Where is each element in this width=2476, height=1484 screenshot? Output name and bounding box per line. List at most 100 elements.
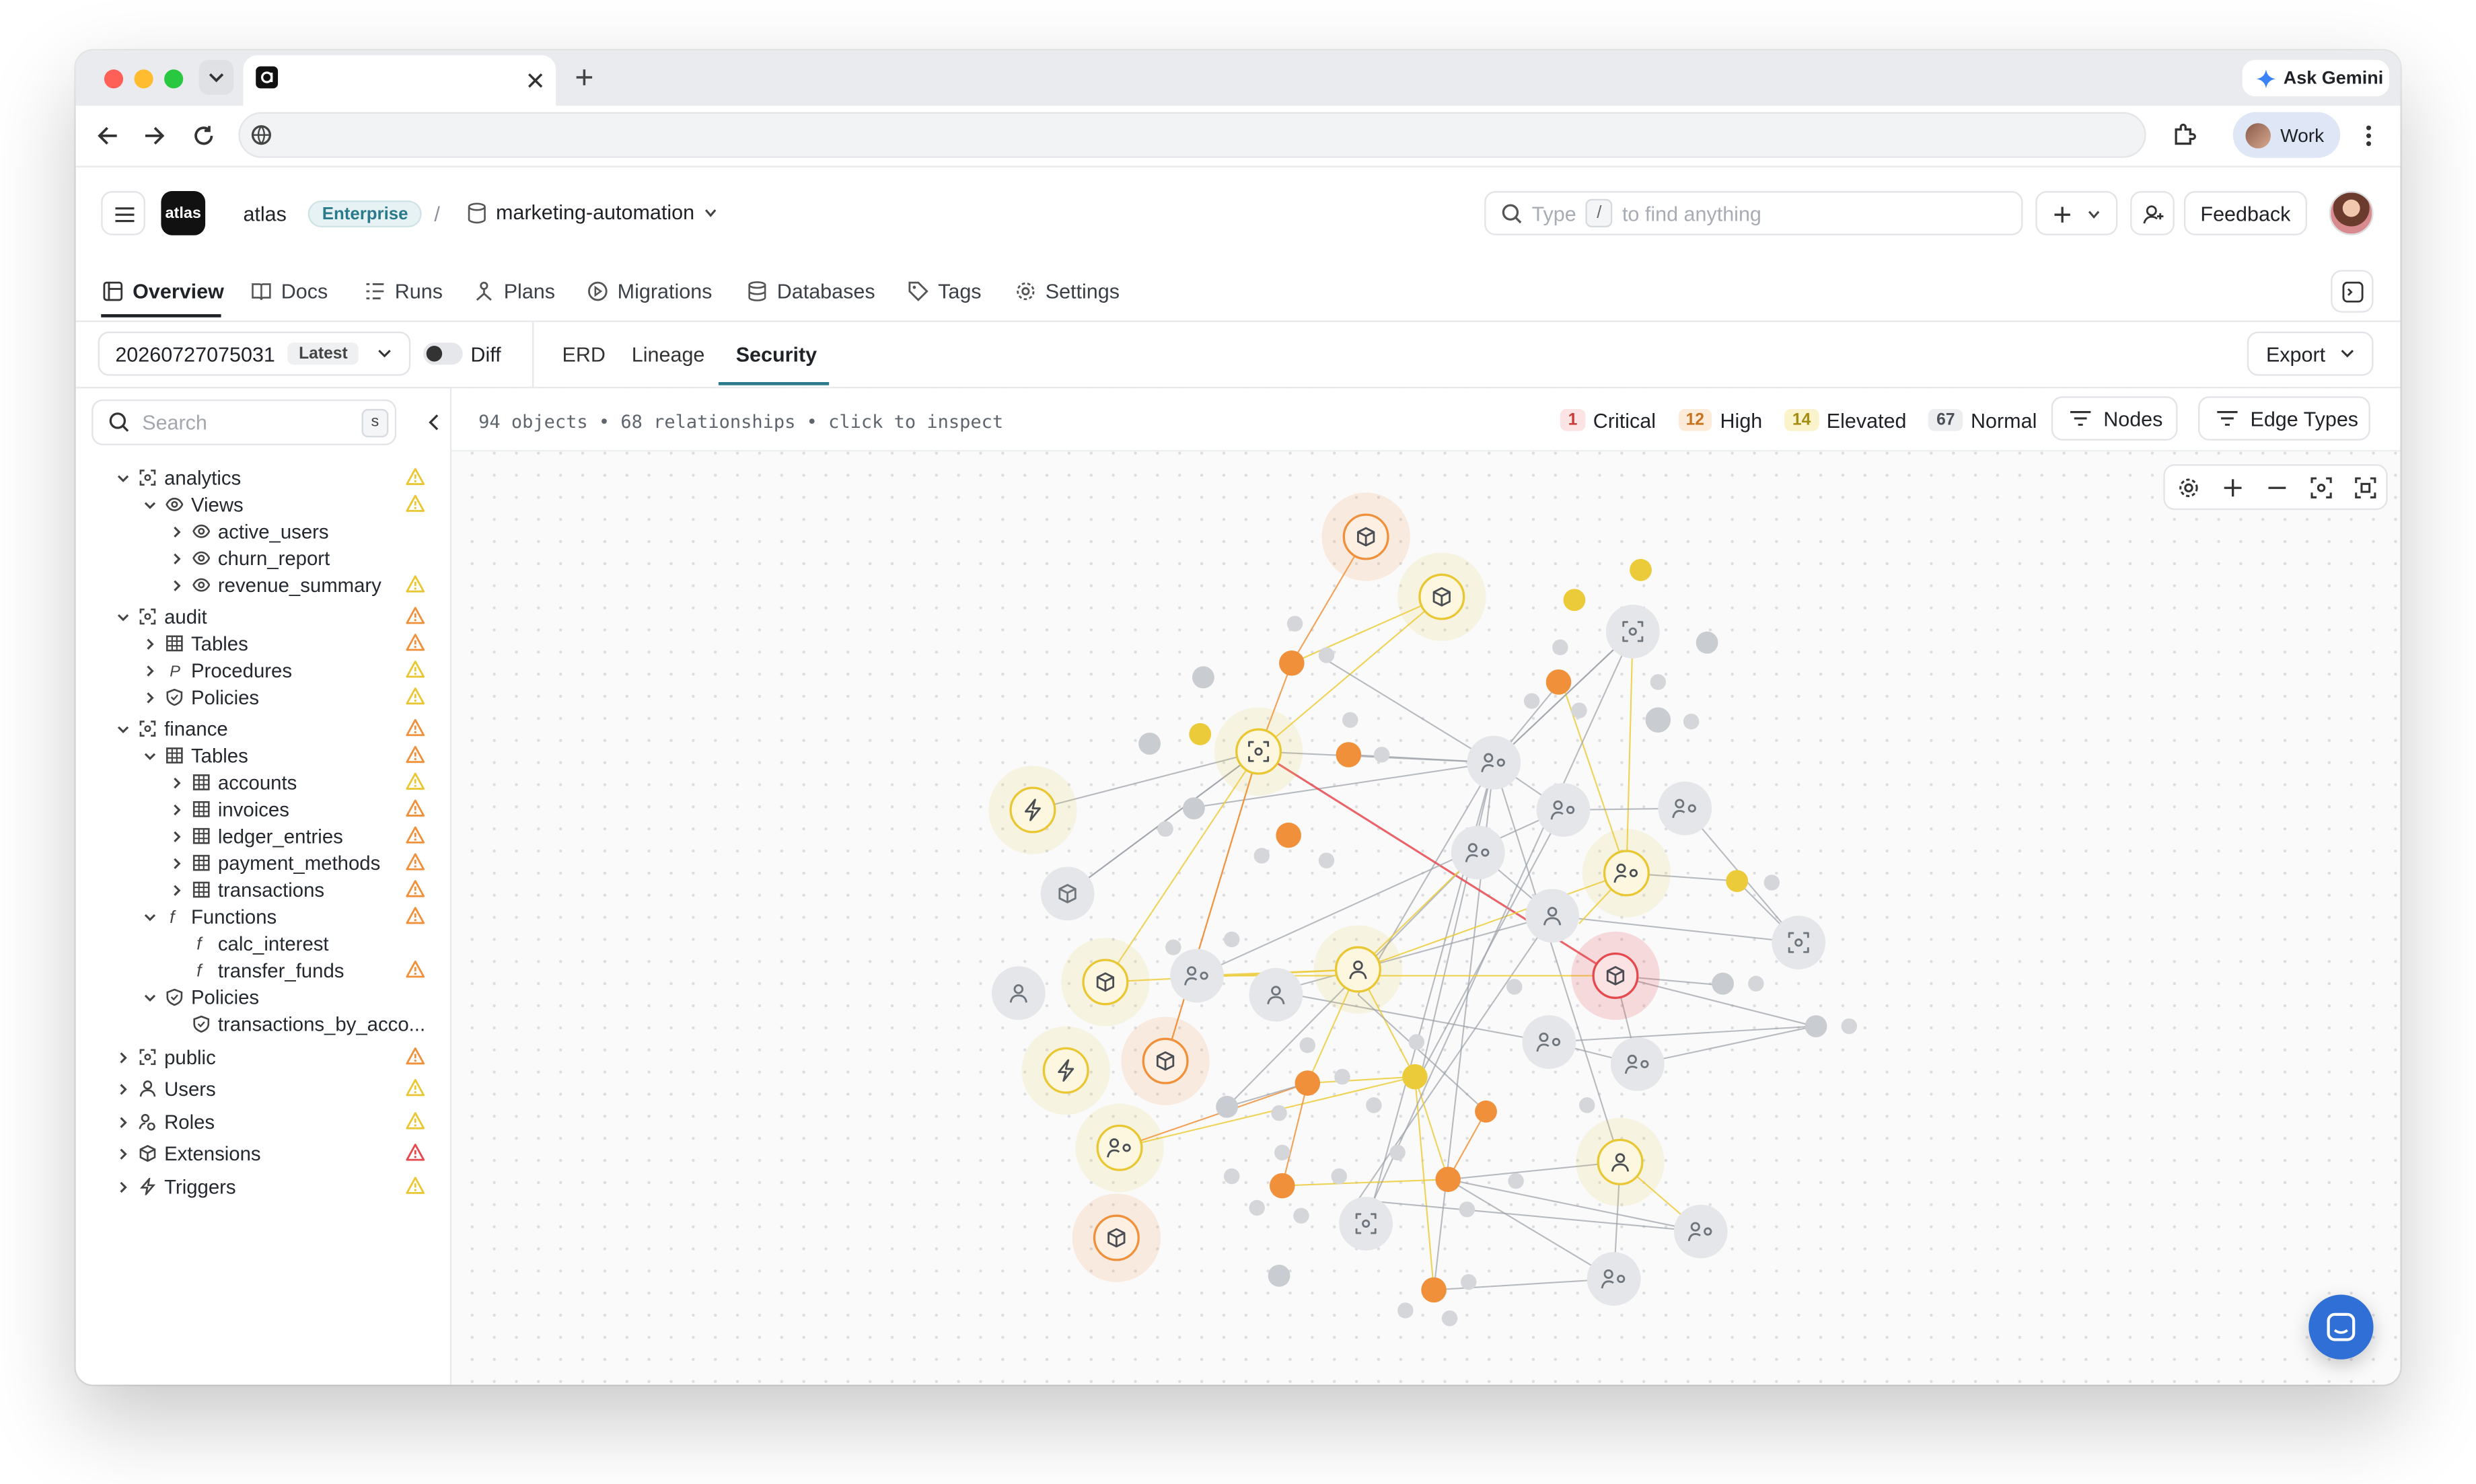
graph-node-user[interactable] xyxy=(1576,1117,1665,1207)
graph-dot-node[interactable] xyxy=(1475,1100,1497,1123)
graph-node-user[interactable] xyxy=(1313,925,1403,1014)
graph-dot-node[interactable] xyxy=(1460,1274,1477,1290)
graph-dot-node[interactable] xyxy=(1397,1302,1414,1319)
node-circle[interactable] xyxy=(1605,604,1660,659)
node-circle[interactable] xyxy=(1522,1015,1576,1069)
graph-dot-node[interactable] xyxy=(1223,1168,1240,1185)
graph-dot-node[interactable] xyxy=(1441,1310,1458,1327)
graph-dot-node[interactable] xyxy=(1299,1037,1316,1053)
graph-dot-node[interactable] xyxy=(1342,712,1358,728)
graph-dot-node[interactable] xyxy=(1216,1095,1239,1118)
graph-dot-node[interactable] xyxy=(1748,975,1764,992)
node-circle[interactable] xyxy=(1235,728,1282,775)
graph-dot-node[interactable] xyxy=(1276,822,1301,848)
graph-node-box[interactable] xyxy=(1072,1193,1161,1282)
graph-dot-node[interactable] xyxy=(1435,1166,1461,1192)
node-circle[interactable] xyxy=(1467,735,1521,790)
graph-dot-node[interactable] xyxy=(1552,639,1568,656)
graph-node-roles[interactable] xyxy=(1656,1187,1745,1275)
graph-dot-node[interactable] xyxy=(1630,558,1652,581)
node-circle[interactable] xyxy=(1451,825,1505,880)
graph-node-box[interactable] xyxy=(1397,552,1486,641)
graph-dot-node[interactable] xyxy=(1645,707,1671,733)
node-circle[interactable] xyxy=(1587,1252,1641,1306)
node-circle[interactable] xyxy=(1772,916,1826,970)
graph-node-box[interactable] xyxy=(1023,850,1112,938)
graph-dot-node[interactable] xyxy=(1402,1064,1428,1090)
graph-dot-node[interactable] xyxy=(1249,1199,1265,1216)
graph-dot-node[interactable] xyxy=(1408,1034,1424,1050)
graph-node-roles[interactable] xyxy=(1505,998,1593,1086)
graph-dot-node[interactable] xyxy=(1421,1277,1447,1303)
graph-node-roles[interactable] xyxy=(1593,1020,1681,1108)
graph-node-box[interactable] xyxy=(1571,931,1660,1021)
node-circle[interactable] xyxy=(1096,1124,1143,1171)
graph-node-schema[interactable] xyxy=(1589,587,1677,675)
graph-dot-node[interactable] xyxy=(1579,1097,1595,1113)
graph-dot-node[interactable] xyxy=(1571,702,1587,718)
graph-dot-node[interactable] xyxy=(1253,848,1270,864)
graph-dot-node[interactable] xyxy=(1279,650,1305,676)
graph-dot-node[interactable] xyxy=(1841,1018,1858,1035)
graph-node-trigger[interactable] xyxy=(988,766,1077,854)
graph-node-roles[interactable] xyxy=(1075,1103,1164,1192)
graph-dot-node[interactable] xyxy=(1157,821,1173,837)
graph-dot-node[interactable] xyxy=(1366,1097,1382,1113)
graph-dot-node[interactable] xyxy=(1805,1015,1827,1037)
graph-node-roles[interactable] xyxy=(1153,932,1241,1020)
node-circle[interactable] xyxy=(1610,1037,1665,1091)
graph-dot-node[interactable] xyxy=(1189,722,1212,745)
node-circle[interactable] xyxy=(1042,1047,1089,1094)
graph-node-roles[interactable] xyxy=(1519,766,1607,854)
graph-dot-node[interactable] xyxy=(1508,1173,1524,1189)
graph-node-schema[interactable] xyxy=(1214,707,1303,796)
graph-dot-node[interactable] xyxy=(1293,1208,1309,1224)
graph-dot-node[interactable] xyxy=(1563,589,1586,611)
graph-node-box[interactable] xyxy=(1061,938,1150,1027)
node-circle[interactable] xyxy=(1339,1197,1393,1251)
graph-node-user[interactable] xyxy=(974,949,1062,1037)
graph-dot-node[interactable] xyxy=(1683,713,1700,730)
graph-dot-node[interactable] xyxy=(1182,797,1205,820)
graph-dot-node[interactable] xyxy=(1318,852,1335,868)
graph-dot-node[interactable] xyxy=(1269,1173,1295,1199)
graph-node-roles[interactable] xyxy=(1570,1234,1658,1323)
graph-dot-node[interactable] xyxy=(1318,647,1335,663)
graph-dot-node[interactable] xyxy=(1696,631,1718,654)
graph-dot-node[interactable] xyxy=(1712,972,1735,995)
graph-dot-node[interactable] xyxy=(1192,666,1214,689)
graph-dot-node[interactable] xyxy=(1763,875,1780,891)
graph-node-roles[interactable] xyxy=(1582,829,1671,918)
graph-node-schema[interactable] xyxy=(1755,898,1843,986)
graph-dot-node[interactable] xyxy=(1286,616,1303,632)
graph-dot-node[interactable] xyxy=(1138,733,1161,755)
node-circle[interactable] xyxy=(1536,783,1591,837)
graph-dot-node[interactable] xyxy=(1726,870,1749,893)
graph-dot-node[interactable] xyxy=(1389,1144,1406,1161)
graph-dot-node[interactable] xyxy=(1274,1144,1290,1161)
graph-node-box[interactable] xyxy=(1121,1016,1210,1105)
graph-node-roles[interactable] xyxy=(1434,809,1522,897)
graph-dot-node[interactable] xyxy=(1506,979,1523,995)
graph-dot-node[interactable] xyxy=(1331,1168,1347,1185)
graph-dot-node[interactable] xyxy=(1459,1201,1476,1218)
node-circle[interactable] xyxy=(1658,781,1712,836)
graph-dot-node[interactable] xyxy=(1295,1070,1321,1096)
graph-node-schema[interactable] xyxy=(1321,1179,1410,1267)
node-circle[interactable] xyxy=(1603,850,1650,897)
graph-dot-node[interactable] xyxy=(1336,742,1362,768)
security-graph[interactable] xyxy=(76,50,2401,1384)
graph-dot-node[interactable] xyxy=(1373,747,1390,763)
graph-dot-node[interactable] xyxy=(1268,1264,1290,1287)
node-circle[interactable] xyxy=(1009,786,1056,833)
graph-node-trigger[interactable] xyxy=(1021,1026,1110,1115)
chat-support-button[interactable] xyxy=(2308,1294,2374,1360)
graph-dot-node[interactable] xyxy=(1271,1105,1287,1121)
graph-dot-node[interactable] xyxy=(1334,1068,1350,1085)
graph-dot-node[interactable] xyxy=(1523,693,1540,709)
graph-dot-node[interactable] xyxy=(1650,674,1667,690)
graph-node-user[interactable] xyxy=(1232,951,1320,1039)
graph-dot-node[interactable] xyxy=(1545,669,1572,695)
node-circle[interactable] xyxy=(1170,949,1224,1003)
graph-node-box[interactable] xyxy=(1321,492,1410,581)
